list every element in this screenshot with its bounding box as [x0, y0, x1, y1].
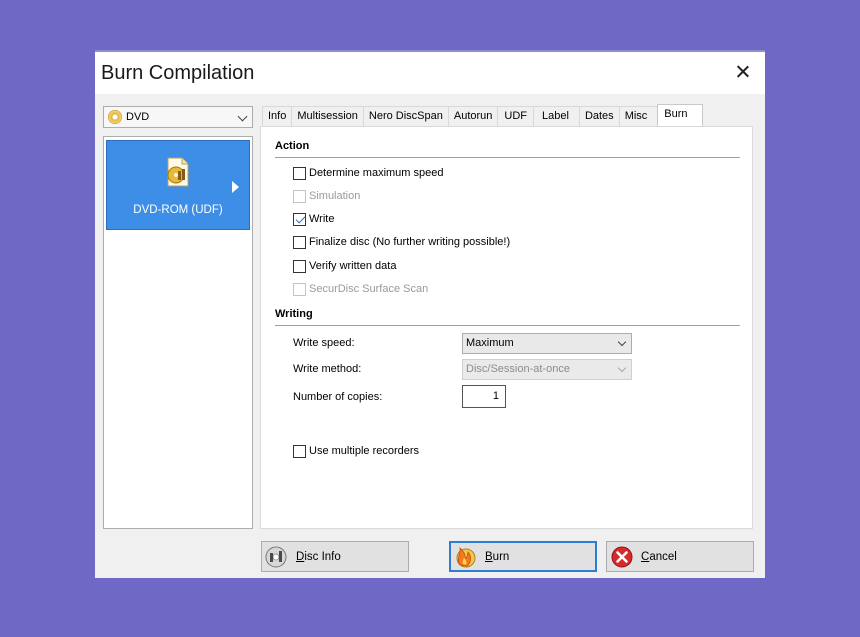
media-type-select[interactable]: DVD — [103, 106, 253, 128]
burn-mnemonic: B — [485, 550, 493, 563]
media-format-item[interactable]: DVD-ROM (UDF) — [106, 140, 250, 230]
media-format-label: DVD-ROM (UDF) — [133, 204, 223, 216]
dialog-title: Burn Compilation — [101, 62, 255, 84]
section-heading-action: Action — [275, 140, 310, 152]
media-type-value: DVD — [126, 111, 150, 123]
securdisc-surface-scan-checkbox: SecurDisc Surface Scan — [293, 281, 428, 297]
title-bar: Burn Compilation — [95, 52, 765, 94]
chevron-down-icon — [617, 363, 627, 373]
checkbox-box-checked[interactable] — [293, 212, 306, 226]
checkbox-label: Write — [309, 213, 335, 225]
disc-info-icon — [265, 546, 287, 567]
simulation-checkbox: Simulation — [293, 188, 360, 204]
burn-label: urn — [492, 550, 510, 563]
tab-dates[interactable]: Dates — [578, 106, 620, 126]
tab-multisession[interactable]: Multisession — [291, 106, 364, 126]
finalize-disc-checkbox[interactable]: Finalize disc (No further writing possib… — [293, 234, 510, 250]
checkbox-box[interactable] — [293, 259, 306, 273]
checkbox-label: Verify written data — [309, 260, 397, 272]
cancel-icon — [611, 546, 633, 567]
use-multiple-recorders-checkbox[interactable]: Use multiple recorders — [293, 443, 419, 459]
tab-burn[interactable]: Burn — [657, 104, 703, 126]
cancel-label: ancel — [649, 550, 677, 563]
checkbox-box — [293, 282, 306, 296]
dvd-disc-icon — [108, 110, 122, 124]
chevron-down-icon — [617, 337, 627, 347]
checkbox-box[interactable] — [293, 444, 306, 458]
checkbox-box[interactable] — [293, 235, 306, 249]
tab-nero-discspan[interactable]: Nero DiscSpan — [362, 106, 449, 126]
burn-button[interactable]: Burn — [449, 541, 597, 572]
divider — [275, 325, 740, 326]
write-method-select: Disc/Session-at-once — [462, 359, 632, 380]
dvd-rom-udf-icon — [167, 157, 189, 187]
disc-info-button[interactable]: Disc Info — [261, 541, 409, 572]
tab-autorun[interactable]: Autorun — [447, 106, 499, 126]
burn-tab-panel: Action Determine maximum speed Simulatio… — [260, 126, 753, 529]
section-heading-writing: Writing — [275, 308, 313, 320]
checkbox-label: Finalize disc (No further writing possib… — [309, 236, 511, 248]
tab-label[interactable]: Label — [533, 106, 580, 126]
checkbox-label: Determine maximum speed — [309, 167, 444, 179]
expand-arrow-icon — [232, 181, 239, 193]
checkbox-box[interactable] — [293, 166, 306, 180]
number-of-copies-label: Number of copies: — [293, 391, 383, 403]
checkbox-box — [293, 189, 306, 203]
tab-strip: Info Multisession Nero DiscSpan Autorun … — [262, 104, 703, 126]
tab-misc[interactable]: Misc — [618, 106, 659, 126]
disc-info-label: isc Info — [304, 550, 341, 563]
verify-written-data-checkbox[interactable]: Verify written data — [293, 258, 396, 274]
divider — [275, 157, 740, 158]
write-method-label: Write method: — [293, 363, 362, 375]
write-checkbox[interactable]: Write — [293, 211, 334, 227]
cancel-button[interactable]: Cancel — [606, 541, 754, 572]
determine-max-speed-checkbox[interactable]: Determine maximum speed — [293, 165, 444, 181]
tab-udf[interactable]: UDF — [497, 106, 535, 126]
checkbox-label: Simulation — [309, 190, 361, 202]
write-method-value: Disc/Session-at-once — [466, 363, 570, 375]
tab-info[interactable]: Info — [262, 106, 293, 126]
number-of-copies-input[interactable]: 1 — [462, 385, 506, 408]
media-format-list: DVD-ROM (UDF) — [103, 136, 253, 529]
write-speed-label: Write speed: — [293, 337, 355, 349]
burn-compilation-dialog: Burn Compilation DVD DVD-ROM (UDF) Info … — [95, 50, 765, 578]
burn-flame-disc-icon — [456, 546, 476, 567]
chevron-down-icon — [237, 111, 248, 122]
write-speed-select[interactable]: Maximum — [462, 333, 632, 354]
write-speed-value: Maximum — [466, 337, 514, 349]
checkbox-label: Use multiple recorders — [309, 445, 420, 457]
checkbox-label: SecurDisc Surface Scan — [309, 283, 429, 295]
close-icon[interactable] — [735, 64, 751, 80]
